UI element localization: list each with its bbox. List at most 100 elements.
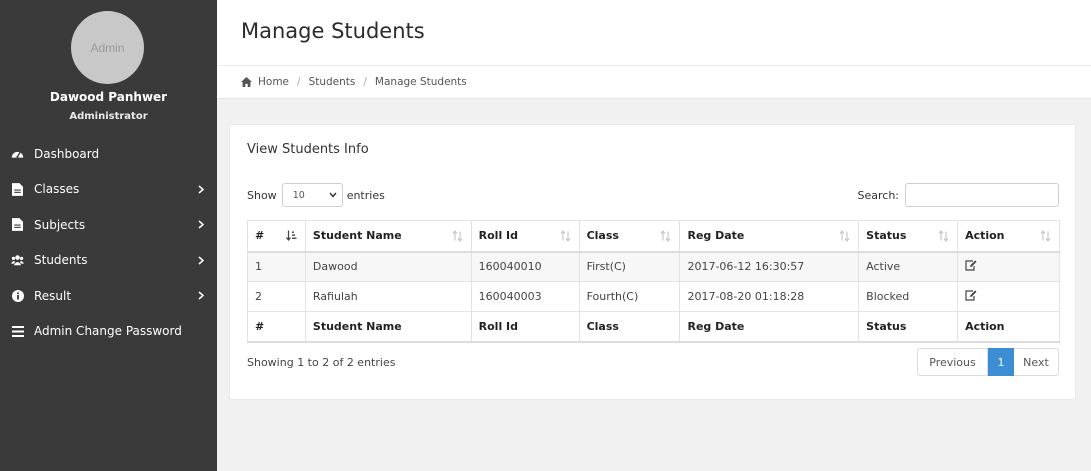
cell-action: [957, 251, 1060, 282]
page-1-button[interactable]: 1: [988, 348, 1014, 376]
column-header-number[interactable]: #: [247, 220, 306, 253]
cell-status: Blocked: [858, 281, 959, 312]
sidebar-item-dashboard[interactable]: Dashboard: [0, 136, 217, 172]
user-role: Administrator: [69, 111, 148, 122]
column-header-label: Student Name: [312, 229, 402, 243]
column-header-label: Roll Id: [478, 229, 519, 243]
chevron-right-icon: [197, 291, 205, 300]
sidebar-item-admin-change-password[interactable]: Admin Change Password: [0, 314, 217, 350]
column-header-status[interactable]: Status: [858, 220, 959, 253]
footer-header-student-name: Student Name: [304, 311, 472, 343]
chevron-right-icon: [197, 220, 205, 229]
breadcrumb-current: Manage Students: [374, 76, 467, 88]
sidebar-item-subjects[interactable]: Subjects: [0, 207, 217, 243]
chevron-down-icon: [329, 190, 337, 201]
sidebar-item-label: Admin Change Password: [34, 324, 182, 339]
edit-icon[interactable]: [965, 260, 977, 271]
table-info: Showing 1 to 2 of 2 entries: [247, 356, 396, 369]
cell-class: Fourth(C): [578, 281, 681, 312]
show-label: Show: [247, 188, 277, 202]
search-input[interactable]: [905, 183, 1059, 207]
cell-number: 1: [247, 251, 306, 282]
table-header-row: # Student Name Roll Id Class Reg Date St…: [247, 220, 1060, 253]
breadcrumb-separator: /: [297, 76, 301, 88]
chevron-right-icon: [197, 185, 205, 194]
sort-icon: [660, 230, 671, 242]
column-header-reg-date[interactable]: Reg Date: [679, 220, 860, 253]
table-row: 1 Dawood 160040010 First(C) 2017-06-12 1…: [247, 251, 1060, 282]
breadcrumb-students-link[interactable]: Students: [309, 76, 356, 88]
entries-label: entries: [346, 188, 385, 202]
column-header-label: Reg Date: [687, 229, 745, 243]
sort-icon: [839, 230, 850, 242]
cell-student-name: Rafiulah: [304, 281, 472, 312]
footer-header-action: Action: [957, 311, 1060, 343]
sidebar-item-students[interactable]: Students: [0, 243, 217, 279]
sort-icon: [452, 230, 463, 242]
entries-select-value: 10: [292, 189, 305, 201]
sidebar-item-classes[interactable]: Classes: [0, 172, 217, 208]
cell-number: 2: [247, 281, 306, 312]
table-row: 2 Rafiulah 160040003 Fourth(C) 2017-08-2…: [247, 281, 1060, 312]
page-title: Manage Students: [241, 19, 425, 43]
list-icon: [11, 325, 24, 338]
column-header-label: Status: [866, 229, 907, 243]
home-icon: [241, 77, 252, 87]
user-name: Dawood Panhwer: [49, 90, 168, 104]
sidebar-nav: Dashboard Classes Subjects Students Resu…: [0, 136, 217, 349]
sidebar-item-label: Students: [34, 253, 88, 268]
footer-header-roll-id: Roll Id: [470, 311, 580, 343]
avatar: Admin: [71, 11, 144, 84]
students-table: # Student Name Roll Id Class Reg Date St…: [247, 220, 1060, 343]
chevron-right-icon: [197, 256, 205, 265]
column-header-action[interactable]: Action: [957, 220, 1060, 253]
dashboard-icon: [11, 147, 24, 160]
search-label: Search:: [857, 188, 900, 202]
cell-status: Active: [858, 251, 959, 282]
sidebar-item-label: Dashboard: [34, 146, 100, 161]
sidebar-item-label: Subjects: [34, 217, 86, 232]
sidebar-item-result[interactable]: Result: [0, 278, 217, 314]
column-header-roll-id[interactable]: Roll Id: [470, 220, 580, 253]
footer-header-class: Class: [578, 311, 681, 343]
sort-icon: [560, 230, 571, 242]
search-control: Search:: [857, 183, 1059, 207]
info-icon: [11, 289, 24, 302]
sort-icon: [1040, 230, 1051, 242]
pagination: Previous 1 Next: [917, 348, 1059, 376]
breadcrumb: Home / Students / Manage Students: [217, 66, 1091, 99]
sort-ascending-icon: [285, 230, 297, 241]
sidebar-item-label: Classes: [34, 182, 80, 197]
footer-header-reg-date: Reg Date: [679, 311, 860, 343]
students-panel: View Students Info Show 10 entries Searc…: [229, 124, 1076, 400]
column-header-label: Class: [586, 229, 619, 243]
column-header-label: Action: [965, 229, 1005, 243]
cell-student-name: Dawood: [304, 251, 472, 282]
entries-length-control: Show 10 entries: [247, 183, 385, 207]
users-icon: [11, 254, 24, 267]
sidebar-item-label: Result: [34, 288, 72, 303]
file-icon: [11, 218, 24, 232]
edit-icon[interactable]: [965, 289, 977, 301]
column-header-label: #: [255, 229, 265, 243]
footer-header-status: Status: [858, 311, 959, 343]
sort-icon: [938, 230, 949, 242]
page-header: Manage Students: [217, 0, 1091, 66]
column-header-class[interactable]: Class: [578, 220, 681, 253]
cell-class: First(C): [578, 251, 681, 282]
cell-reg-date: 2017-06-12 16:30:57: [679, 251, 860, 282]
file-icon: [11, 182, 24, 196]
panel-title: View Students Info: [247, 142, 369, 157]
table-footer-row: # Student Name Roll Id Class Reg Date St…: [247, 311, 1060, 343]
cell-reg-date: 2017-08-20 01:18:28: [679, 281, 860, 312]
sidebar: Admin Dawood Panhwer Administrator Dashb…: [0, 0, 217, 471]
cell-roll-id: 160040010: [470, 251, 580, 282]
cell-action: [957, 281, 1060, 312]
previous-button[interactable]: Previous: [917, 348, 988, 376]
entries-select[interactable]: 10: [281, 183, 343, 207]
column-header-student-name[interactable]: Student Name: [304, 220, 472, 253]
breadcrumb-home-link[interactable]: Home: [258, 76, 289, 88]
breadcrumb-separator: /: [363, 76, 367, 88]
next-button[interactable]: Next: [1014, 348, 1059, 376]
footer-header-number: #: [247, 311, 306, 343]
